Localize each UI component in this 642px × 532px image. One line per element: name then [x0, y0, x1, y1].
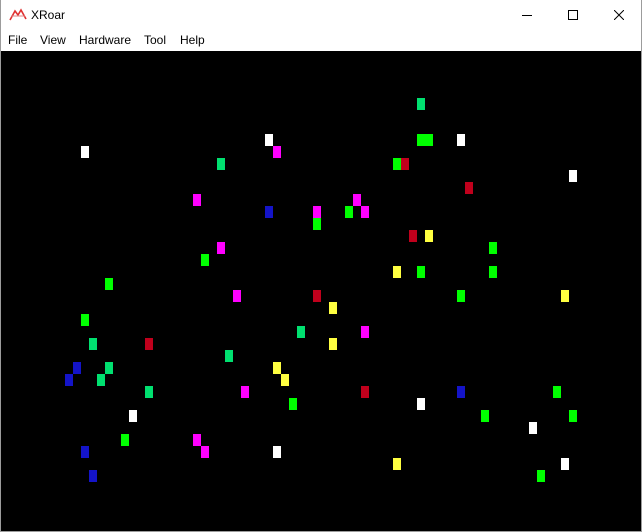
screen-pixel-green — [345, 206, 353, 218]
screen-pixel-magenta — [361, 326, 369, 338]
screen-pixel-teal — [297, 326, 305, 338]
window-title: XRoar — [31, 8, 66, 22]
screen-pixel-red — [145, 338, 153, 350]
maximize-button[interactable] — [550, 0, 596, 30]
xroar-app-icon — [9, 8, 27, 21]
screen-pixel-green — [537, 470, 545, 482]
menu-tool[interactable]: Tool — [144, 33, 166, 47]
screen-pixel-teal — [97, 374, 105, 386]
menu-file[interactable]: File — [8, 33, 27, 47]
screen-pixel-teal — [417, 98, 425, 110]
screen-pixel-green — [201, 254, 209, 266]
screen-pixel-yellow — [425, 230, 433, 242]
screen-pixel-green — [105, 278, 113, 290]
title-bar[interactable]: XRoar — [0, 0, 642, 30]
screen-pixel-yellow — [393, 266, 401, 278]
screen-pixel-yellow — [281, 374, 289, 386]
screen-pixel-white — [265, 134, 273, 146]
screen-pixel-red — [409, 230, 417, 242]
close-icon — [614, 10, 624, 20]
screen-pixel-magenta — [313, 206, 321, 218]
screen-pixel-magenta — [201, 446, 209, 458]
screen-pixel-white — [129, 410, 137, 422]
screen-pixel-green — [289, 398, 297, 410]
screen-pixel-blue — [73, 362, 81, 374]
screen-pixel-green — [553, 386, 561, 398]
screen-pixel-blue — [65, 374, 73, 386]
screen-pixel-white — [561, 458, 569, 470]
screen-pixel-magenta — [273, 146, 281, 158]
screen-pixel-green — [489, 266, 497, 278]
screen-pixel-green — [313, 218, 321, 230]
screen-pixel-magenta — [353, 194, 361, 206]
screen-pixel-white — [457, 134, 465, 146]
menu-bar: File View Hardware Tool Help — [0, 30, 642, 52]
menu-help[interactable]: Help — [180, 33, 205, 47]
screen-pixel-teal — [89, 338, 97, 350]
screen-pixel-magenta — [217, 242, 225, 254]
screen-pixel-green — [569, 410, 577, 422]
screen-pixel-green — [81, 314, 89, 326]
screen-pixel-green — [121, 434, 129, 446]
screen-pixel-white — [417, 398, 425, 410]
screen-pixel-white — [273, 446, 281, 458]
screen-pixel-yellow — [273, 362, 281, 374]
screen-pixel-magenta — [361, 206, 369, 218]
menu-view[interactable]: View — [40, 33, 66, 47]
menu-hardware[interactable]: Hardware — [79, 33, 131, 47]
screen-pixel-red — [313, 290, 321, 302]
screen-pixel-magenta — [193, 434, 201, 446]
screen-pixel-magenta — [241, 386, 249, 398]
screen-pixel-teal — [105, 362, 113, 374]
window-border-left — [0, 0, 1, 532]
screen-pixel-teal — [225, 350, 233, 362]
close-button[interactable] — [596, 0, 642, 30]
screen-pixel-blue — [457, 386, 465, 398]
screen-pixel-yellow — [393, 458, 401, 470]
screen-pixel-red — [361, 386, 369, 398]
minimize-icon — [522, 15, 532, 16]
screen-pixel-magenta — [233, 290, 241, 302]
screen-pixel-blue — [265, 206, 273, 218]
screen-pixel-blue — [81, 446, 89, 458]
screen-pixel-white — [529, 422, 537, 434]
screen-pixel-yellow — [329, 302, 337, 314]
screen-pixel-teal — [145, 386, 153, 398]
screen-pixel-white — [569, 170, 577, 182]
screen-pixel-red — [465, 182, 473, 194]
screen-pixel-green — [417, 266, 425, 278]
screen-pixel-red — [401, 158, 409, 170]
screen-pixel-green — [393, 158, 401, 170]
screen-pixel-green — [457, 290, 465, 302]
screen-pixel-green — [481, 410, 489, 422]
screen-pixel-teal — [217, 158, 225, 170]
screen-pixel-green — [417, 134, 433, 146]
emulator-screen[interactable] — [1, 51, 641, 531]
screen-pixel-green — [489, 242, 497, 254]
minimize-button[interactable] — [504, 0, 550, 30]
maximize-icon — [568, 10, 578, 20]
screen-pixel-magenta — [193, 194, 201, 206]
screen-pixel-yellow — [561, 290, 569, 302]
screen-pixel-white — [81, 146, 89, 158]
screen-pixel-blue — [89, 470, 97, 482]
screen-pixel-yellow — [329, 338, 337, 350]
